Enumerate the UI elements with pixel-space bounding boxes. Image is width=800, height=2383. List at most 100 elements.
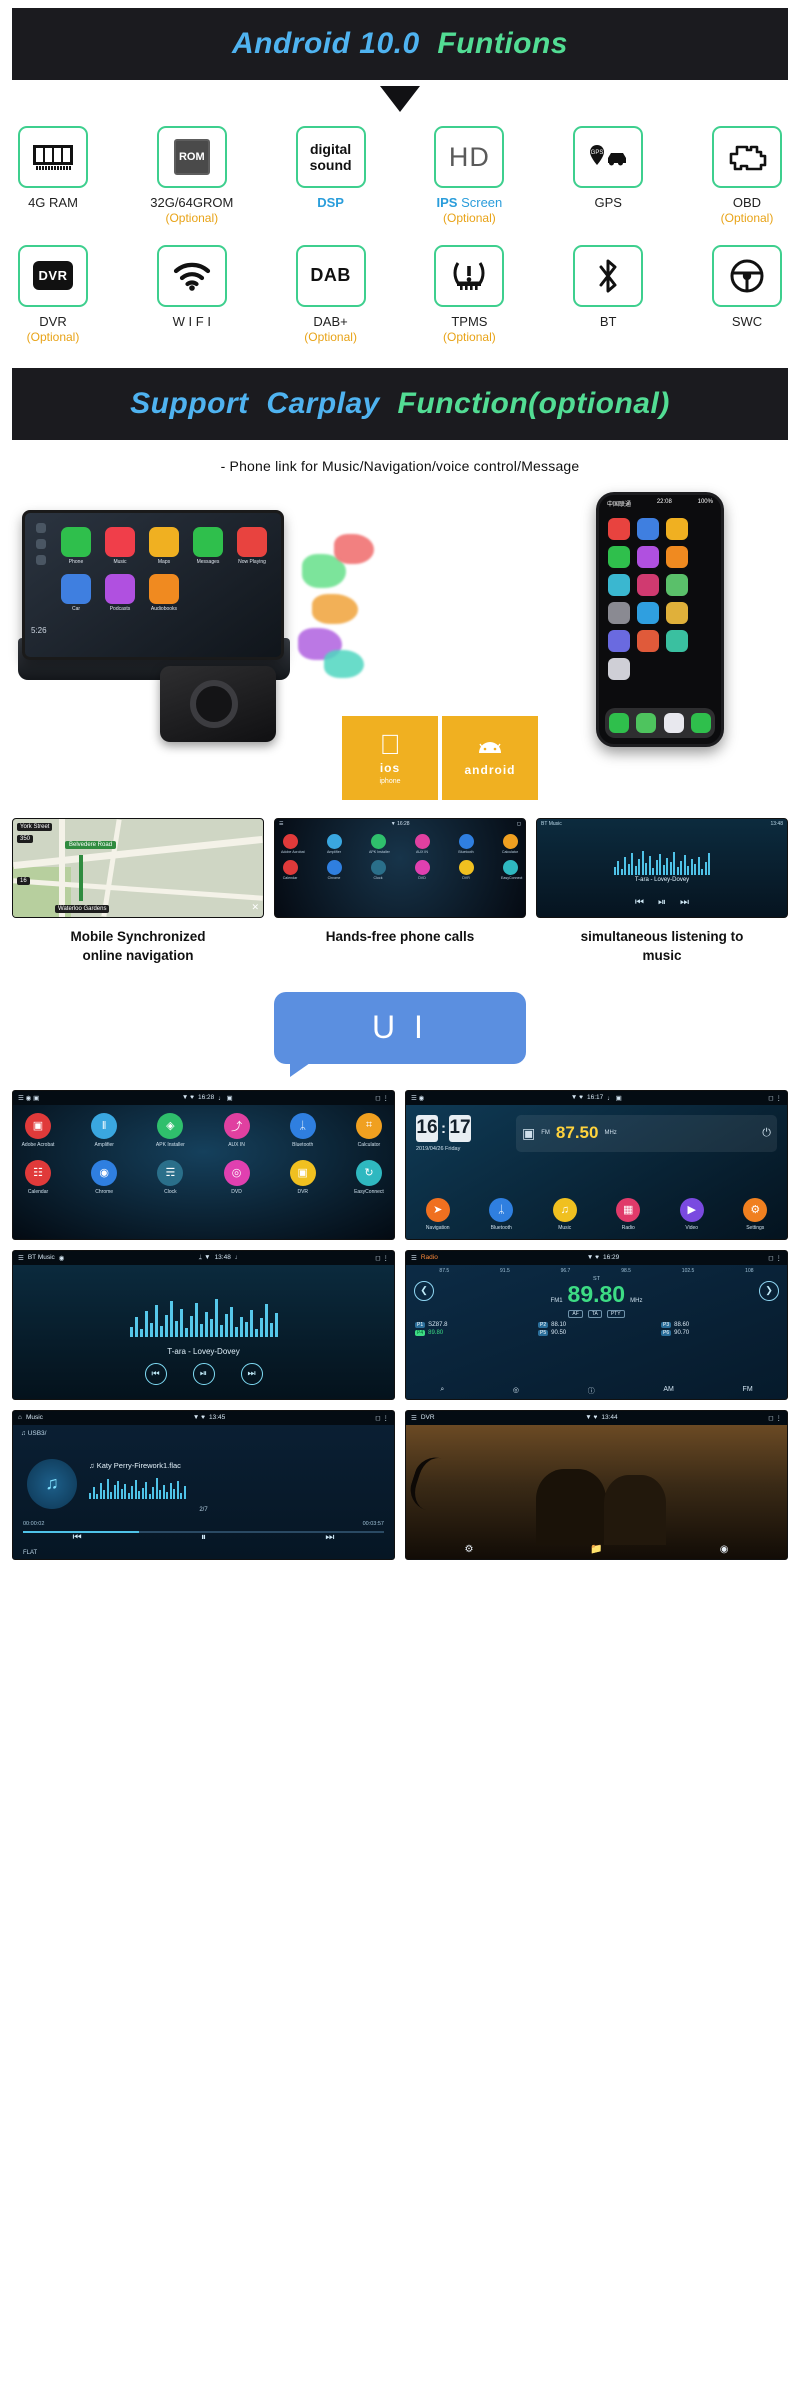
phone-app-icon[interactable] [637,545,659,568]
prev-icon[interactable]: ⏮ [635,897,644,908]
equalizer-visual [537,845,787,875]
pause-icon[interactable]: ⏸ [201,1532,206,1543]
play-icon[interactable]: ⏯ [192,1362,215,1385]
fm-button[interactable]: FM [743,1386,753,1396]
carplay-app[interactable]: Phone [59,526,93,565]
app-item[interactable]: ↻ EasyConnect [352,1159,386,1195]
camera-icon[interactable]: ◉ [720,1544,729,1555]
carplay-app[interactable]: Now Playing [235,526,269,565]
phone-dock-icon[interactable] [636,712,657,733]
shortcut-item[interactable]: ♫ Music [548,1197,582,1231]
preset-item[interactable]: P4 89.80 [415,1329,532,1336]
app-item[interactable]: EasyConnect [501,859,522,880]
phone-app-icon[interactable] [666,517,688,540]
music-status-bar: BT Music 13:48 [537,819,787,830]
radio-widget[interactable]: ▣ FM 87.50 MHz ⏻ [516,1114,777,1152]
phone-app-icon[interactable] [608,573,630,596]
phone-app-icon[interactable] [608,545,630,568]
seek-down-button[interactable]: ❮ [414,1280,434,1301]
eq-mode-label[interactable]: FLAT [23,1550,37,1556]
shortcut-item[interactable]: ᛦ Bluetooth [484,1197,518,1231]
app-item[interactable]: DVD [413,859,431,880]
app-item[interactable]: APK Installer [369,833,390,854]
seek-up-button[interactable]: ❯ [759,1280,779,1301]
phone-app-icon[interactable] [637,629,659,652]
phone-app-icon[interactable] [637,601,659,624]
ui-screenshot-grid: ☰ ◉ ▣ ▼ ♥ 16:28 ♩ ▣ ◻ ⋮ ▣ Adobe Acrobat ‖… [12,1089,788,1560]
play-icon[interactable]: ⏯ [658,897,666,908]
prev-icon[interactable]: ⏮ [73,1532,82,1543]
info-icon[interactable]: ⓘ [588,1386,595,1396]
shortcut-item[interactable]: ➤ Navigation [421,1197,455,1231]
app-item[interactable]: ▣ DVR [286,1159,320,1195]
shortcut-item[interactable]: ▶ Video [675,1197,709,1231]
phone-app-icon[interactable] [666,601,688,624]
app-item[interactable]: DVR [457,859,475,880]
preset-item[interactable]: P3 88.60 [661,1321,778,1328]
app-item[interactable]: Calculator [501,833,519,854]
rds-tag[interactable]: AF [568,1309,583,1318]
app-item[interactable]: ‖ Amplifier [87,1112,121,1148]
carplay-app[interactable]: Messages [191,526,225,565]
app-item[interactable]: Chrome [325,859,343,880]
digital-sound-box: digital sound [295,126,366,188]
carplay-app[interactable]: Music [103,526,137,565]
phone-app-icon[interactable] [666,545,688,568]
app-item[interactable]: ᛦ Bluetooth [286,1112,320,1148]
phone-dock-icon[interactable] [608,712,629,733]
phone-app-icon[interactable] [608,629,630,652]
phone-app-icon[interactable] [608,601,630,624]
app-item[interactable]: Bluetooth [457,833,475,854]
shortcut-item[interactable]: ⚙ Settings [738,1197,772,1231]
phone-app-icon[interactable] [637,573,659,596]
radio-presets: P1 SZ87.8 P2 88.10 P3 88.60 P4 89.80 P5 90.50… [406,1318,787,1336]
next-icon[interactable]: ⏭ [325,1532,334,1543]
app-item[interactable]: Calendar [281,859,299,880]
search-icon[interactable]: ⌕ [440,1386,444,1396]
preset-item[interactable]: P2 88.10 [538,1321,655,1328]
app-item[interactable]: ◈ APK Installer [153,1112,187,1148]
android-banner-text: Android 10.0 Funtions [232,27,568,61]
power-icon[interactable]: ⏻ [762,1127,771,1140]
preset-item[interactable]: P5 90.50 [538,1329,655,1336]
app-item[interactable]: ◎ DVD [220,1159,254,1195]
carplay-app[interactable]: Audiobooks [147,573,181,612]
phone-app-icon[interactable] [666,629,688,652]
app-item[interactable]: ▣ Adobe Acrobat [21,1112,55,1148]
carplay-app[interactable]: Podcasts [103,573,137,612]
carplay-app[interactable]: Maps [147,526,181,565]
band-scan-icon[interactable]: ◎ [513,1386,519,1396]
am-button[interactable]: AM [663,1386,674,1396]
app-item[interactable]: Adobe Acrobat [281,833,305,854]
preset-item[interactable]: P6 90.70 [661,1329,778,1336]
phone-app-icon[interactable] [608,517,630,540]
app-item[interactable]: ☷ Calendar [21,1159,55,1195]
app-item[interactable]: ☴ Clock [153,1159,187,1195]
phone-app-icon[interactable] [637,517,659,540]
ui-bubble-text: U I [372,1009,428,1046]
close-icon[interactable]: ✕ [251,902,259,913]
rds-tag[interactable]: TA [587,1309,602,1318]
phone-app-icon[interactable] [608,657,630,680]
app-item[interactable]: ⌗ Calculator [352,1112,386,1148]
app-item[interactable]: Amplifier [325,833,343,854]
gear-icon[interactable]: ⚙ [464,1544,473,1555]
carplay-app[interactable]: Car [59,573,93,612]
clock-minute: 17 [449,1114,471,1142]
phone-dock-icon[interactable] [691,712,712,733]
app-item[interactable]: Clock [369,859,387,880]
preset-item[interactable]: P1 SZ87.8 [415,1321,532,1328]
app-item[interactable]: ◉ Chrome [87,1159,121,1195]
next-icon[interactable]: ⏭ [240,1362,263,1385]
phone-dock-icon[interactable] [663,712,684,733]
obd-engine-icon [729,145,767,171]
folder-icon[interactable]: 📁 [590,1544,602,1555]
app-item[interactable]: ⤴ AUX IN [220,1112,254,1148]
clock-widget[interactable]: 16 : 17 2019/04/26 Friday [416,1114,508,1152]
next-icon[interactable]: ⏭ [680,897,689,908]
prev-icon[interactable]: ⏮ [144,1362,167,1385]
app-item[interactable]: AUX IN [413,833,431,854]
phone-app-icon[interactable] [666,573,688,596]
shortcut-item[interactable]: ▦ Radio [611,1197,645,1231]
rds-tag[interactable]: PTY [606,1309,625,1318]
